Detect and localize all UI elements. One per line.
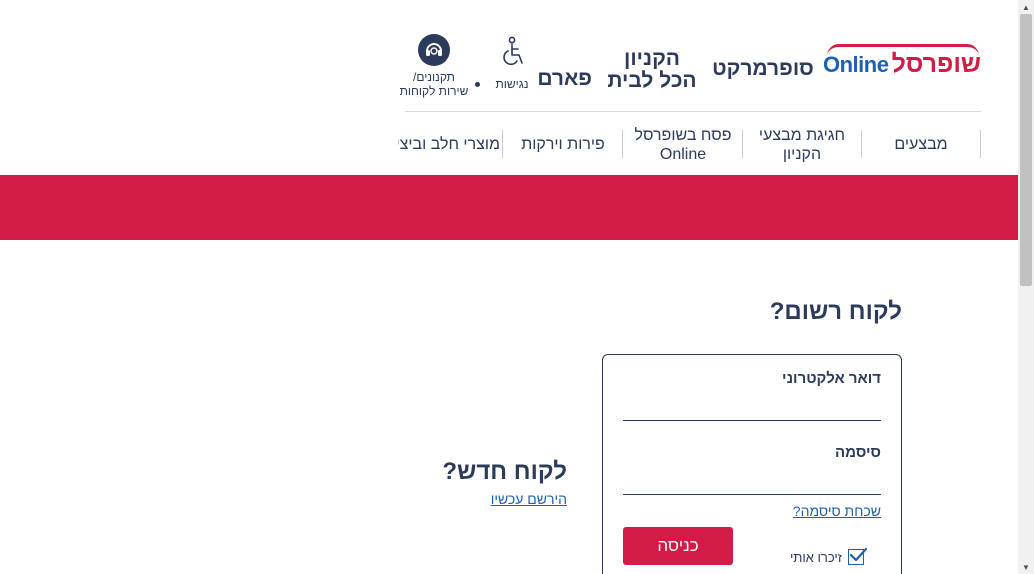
email-label: דואר אלקטרוני (782, 370, 881, 387)
password-label: סיסמה (834, 444, 881, 461)
scroll-up-arrow-icon[interactable]: ▲ (1018, 0, 1034, 14)
kanyon-link[interactable]: הקניון הכל לבית (606, 48, 698, 92)
separator-dot (475, 82, 480, 87)
register-now-link[interactable]: הירשם עכשיו (460, 491, 567, 507)
nav-item-deals[interactable]: מבצעים (862, 128, 980, 160)
nav-item-passover[interactable]: פסח בשופרסל Online (627, 126, 739, 164)
accessibility-button[interactable]: נגישות (492, 36, 532, 91)
customer-service-button[interactable]: תקנונים/ שירות לקוחות (398, 34, 470, 98)
supermarket-link[interactable]: סופרמרקט (712, 58, 814, 80)
shufersal-online-logo[interactable]: שופרסל Online (823, 44, 981, 80)
nav-separator (861, 130, 862, 158)
nav-item-fruits-vegetables[interactable]: פירות וירקות (506, 128, 620, 160)
header-divider (405, 111, 981, 112)
remember-me-checkbox[interactable]: זיכרו אותי (790, 547, 888, 567)
password-underline (623, 494, 881, 495)
nav-separator (980, 130, 981, 158)
accessibility-label: נגישות (495, 77, 529, 91)
nav-separator (742, 130, 743, 158)
promo-banner (0, 175, 1018, 240)
scrollbar-thumb[interactable] (1020, 14, 1032, 286)
email-underline (623, 420, 881, 421)
logo-latin-text: Online (823, 52, 889, 77)
login-button[interactable]: כניסה (623, 527, 733, 565)
kanyon-link-line2: הכל לבית (607, 69, 697, 92)
nav-item-kanyon-deals[interactable]: חגיגת מבצעי הקניון (746, 126, 858, 164)
nav-separator (622, 130, 623, 158)
password-input[interactable] (623, 466, 881, 494)
remember-me-label: זיכרו אותי (790, 549, 842, 565)
new-customer-title: לקוח חדש? (442, 458, 567, 485)
nav-separator (502, 130, 503, 158)
headset-icon (418, 34, 450, 66)
registered-customer-title: לקוח רשום? (769, 298, 902, 325)
support-label-line1: תקנונים/ (413, 70, 455, 84)
nav-item-dairy-eggs[interactable]: מוצרי חלב וביצי (398, 128, 500, 160)
kanyon-link-line1: הקניון (624, 47, 680, 70)
forgot-password-link[interactable]: שכחת סיסמה? (770, 503, 881, 519)
email-input[interactable] (623, 392, 881, 420)
scroll-down-arrow-icon[interactable]: ▼ (1018, 560, 1034, 574)
pharm-link[interactable]: פארם (537, 68, 592, 90)
checkmark-icon (847, 547, 867, 565)
support-label-line2: שירות לקוחות (399, 84, 469, 98)
logo-hebrew-text: שופרסל (891, 50, 981, 78)
wheelchair-icon (503, 36, 523, 66)
